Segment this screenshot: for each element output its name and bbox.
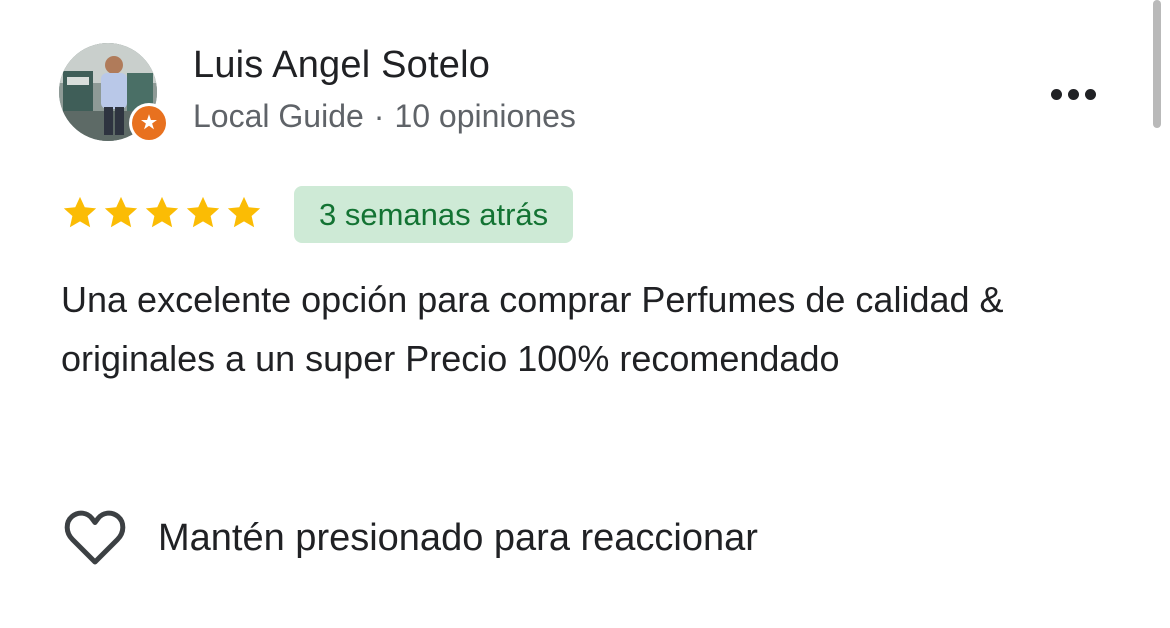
local-guide-badge xyxy=(129,103,169,143)
more-options-button[interactable] xyxy=(1040,72,1106,116)
review-card: Luis Angel Sotelo Local Guide · 10 opinion… xyxy=(0,0,1170,628)
scrollbar-thumb[interactable] xyxy=(1153,0,1161,128)
review-body: Una excelente opción para comprar Perfum… xyxy=(61,279,1004,379)
reviewer-review-count: 10 opiniones xyxy=(394,98,576,134)
more-options-dot xyxy=(1067,88,1079,100)
star-icon xyxy=(63,196,97,228)
react-button[interactable]: Mantén presionado para reaccionar xyxy=(63,508,758,568)
heart-outline-icon xyxy=(64,510,126,565)
star-icon xyxy=(186,196,220,228)
react-label: Mantén presionado para reaccionar xyxy=(158,516,758,559)
reviewer-name[interactable]: Luis Angel Sotelo xyxy=(193,44,490,87)
star-icon xyxy=(104,196,138,228)
star-badge-icon xyxy=(141,114,157,130)
more-options-dot xyxy=(1084,88,1096,100)
star-icon xyxy=(227,196,261,228)
star-icon xyxy=(145,196,179,228)
meta-separator: · xyxy=(373,98,385,134)
reviewer-meta: Local Guide · 10 opiniones xyxy=(193,98,576,135)
more-options-dot xyxy=(1050,88,1062,100)
review-date-badge: 3 semanas atrás xyxy=(294,186,574,243)
star-rating xyxy=(61,194,263,232)
reviewer-role: Local Guide xyxy=(193,98,364,134)
